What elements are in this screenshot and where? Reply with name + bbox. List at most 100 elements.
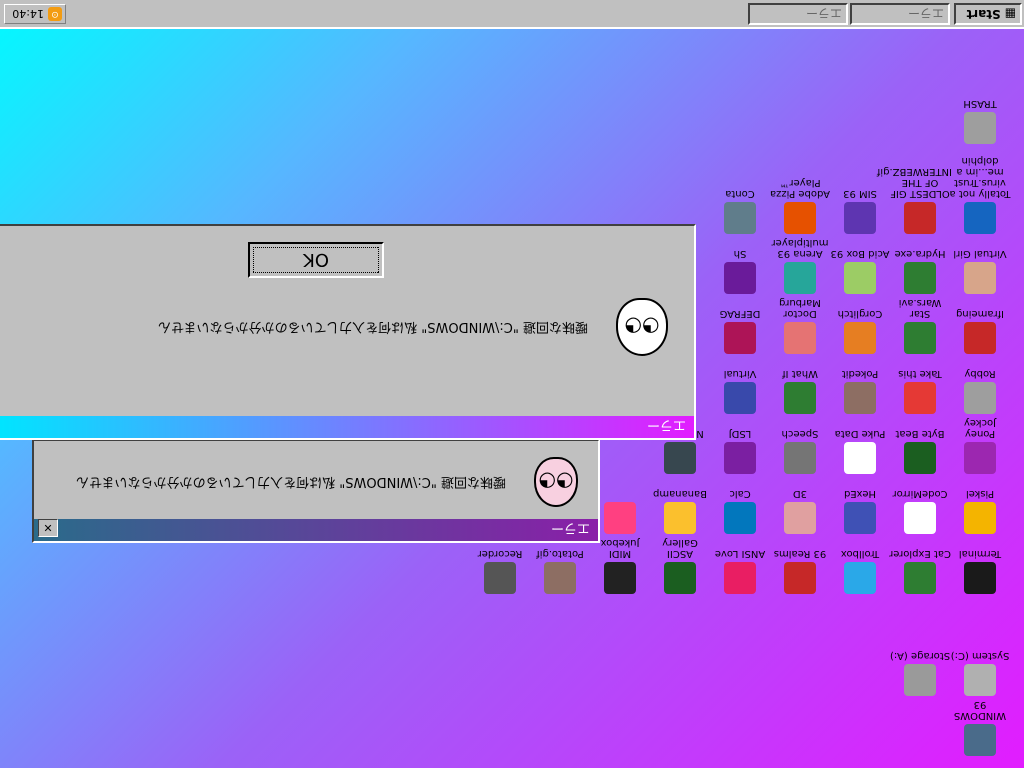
desktop-icon-label: Cat Explorer xyxy=(889,548,951,559)
ascii-gallery-icon xyxy=(664,562,696,594)
desktop-icon-label: Calc xyxy=(729,488,751,499)
desktop-icon[interactable]: System (C:) xyxy=(948,650,1012,696)
desktop-icon-label: CodeMirror xyxy=(892,488,948,499)
desktop-icon[interactable]: Sh xyxy=(708,248,772,294)
taskbar-window-label: エラー xyxy=(805,6,842,21)
desktop-icon[interactable]: WINDOWS 93 xyxy=(948,699,1012,756)
desktop-icon[interactable]: What If xyxy=(768,368,832,414)
desktop-icon[interactable]: Robby xyxy=(948,368,1012,414)
taskbar: ▦ Start エラー エラー ⊙ 14:40 xyxy=(0,0,1024,29)
desktop-icon-label: Bananamp xyxy=(653,488,708,499)
desktop-icon[interactable]: Storage (A:) xyxy=(888,650,952,696)
taskbar-window-button[interactable]: エラー xyxy=(748,3,848,25)
windows93-icon xyxy=(964,724,996,756)
desktop-icon[interactable]: TRASH xyxy=(948,98,1012,144)
notification-icon[interactable]: ⊙ xyxy=(48,7,62,21)
hexed-icon xyxy=(844,502,876,534)
terminal-icon xyxy=(964,562,996,594)
taskbar-window-label: エラー xyxy=(907,6,944,21)
desktop-icon[interactable]: Totally not a virus.Trust me...im a dolp… xyxy=(948,155,1012,234)
desktop-icon[interactable]: Virtual xyxy=(708,368,772,414)
desktop-icon-label: Storage (A:) xyxy=(889,650,951,661)
desktop-icon-label: OLDEST GIF OF THE INTERWEBZ.gif xyxy=(876,166,952,199)
bytebeat-icon xyxy=(904,442,936,474)
arena-icon xyxy=(784,262,816,294)
calc-icon xyxy=(724,502,756,534)
desktop-icon[interactable]: Hydra.exe xyxy=(888,248,952,294)
error-dialog-back[interactable]: エラー ✕ ◔◔ 曖昧な回避 "C:\WINDOWS" 私は何を入力しているのか… xyxy=(32,439,600,543)
blank-icon xyxy=(604,502,636,534)
desktop-icon[interactable]: Virtual Girl xyxy=(948,248,1012,294)
desktop-icon[interactable]: Corglitch xyxy=(828,308,892,354)
virtual-girl-icon xyxy=(964,262,996,294)
dialog-titlebar[interactable]: エラー xyxy=(0,416,694,438)
dialog-titlebar[interactable]: エラー xyxy=(34,519,598,541)
desktop-icon[interactable]: DEFRAG xyxy=(708,308,772,354)
pukedata-icon xyxy=(844,442,876,474)
desktop-icon[interactable]: Puke Data xyxy=(828,428,892,474)
potato-icon xyxy=(544,562,576,594)
desktop-icon[interactable]: Speech xyxy=(768,428,832,474)
pizza-icon xyxy=(784,202,816,234)
desktop-icon[interactable]: MIDI Jukebox xyxy=(588,537,652,594)
desktop-icon[interactable]: CodeMirror xyxy=(888,488,952,534)
desktop-icon[interactable]: Iframeing xyxy=(948,308,1012,354)
close-icon[interactable]: ✕ xyxy=(38,519,58,537)
desktop-icon-label: Poney Jockey xyxy=(963,417,997,439)
realms-icon xyxy=(784,562,816,594)
desktop-icon[interactable]: Potato.gif xyxy=(528,548,592,594)
desktop-icon-label: Adobe Pizza Player™ xyxy=(769,177,831,199)
desktop-icon[interactable]: Acid Box 93 xyxy=(828,248,892,294)
piskel-icon xyxy=(964,502,996,534)
desktop-icon[interactable]: Doctor Marburg xyxy=(768,297,832,354)
desktop-icon[interactable]: OLDEST GIF OF THE INTERWEBZ.gif xyxy=(876,166,952,234)
dialog-title: エラー xyxy=(646,417,686,433)
desktop-icon[interactable]: Poney Jockey xyxy=(948,417,1012,474)
desktop-icon[interactable]: Cat Explorer xyxy=(888,548,952,594)
desktop-icon-label: Corglitch xyxy=(837,308,883,319)
desktop-icon[interactable]: ANSI Love xyxy=(708,548,772,594)
desktop-icon[interactable]: Bananamp xyxy=(648,488,712,534)
desktop-icon[interactable]: ASCII Gallery xyxy=(648,537,712,594)
acid-box-icon xyxy=(844,262,876,294)
desktop-icon-label: Robby xyxy=(964,368,996,379)
robby-icon xyxy=(964,382,996,414)
desktop-icon[interactable]: Trollbox xyxy=(828,548,892,594)
codemirror-icon xyxy=(904,502,936,534)
desktop-icon[interactable]: Terminal xyxy=(948,548,1012,594)
hydra-icon xyxy=(904,262,936,294)
desktop-icon[interactable]: Calc xyxy=(708,488,772,534)
error-dialog-front[interactable]: エラー ◔◔ 曖昧な回避 "C:\WINDOWS" 私は何を入力しているのか分か… xyxy=(0,224,696,440)
start-button[interactable]: ▦ Start xyxy=(954,3,1022,25)
desktop-icon[interactable]: 3D xyxy=(768,488,832,534)
desktop-icon[interactable]: Piskel xyxy=(948,488,1012,534)
desktop-icon-label: Arena 93 multiplayer xyxy=(771,237,829,259)
desktop-icon[interactable]: SIM 93 xyxy=(828,188,892,234)
trash-icon xyxy=(964,112,996,144)
desktop-icon[interactable]: Pokedit xyxy=(828,368,892,414)
desktop-icon[interactable]: Arena 93 multiplayer xyxy=(768,237,832,294)
dolphin-icon xyxy=(964,202,996,234)
ok-button[interactable]: OK xyxy=(248,242,384,278)
desktop-icon[interactable]: Take this xyxy=(888,368,952,414)
dialog-title: エラー xyxy=(550,520,590,536)
desktop-icon[interactable]: Star Wars.avi xyxy=(888,297,952,354)
desktop-icon[interactable]: Byte Beat xyxy=(888,428,952,474)
desktop-icon[interactable]: Conta xyxy=(708,188,772,234)
desktop-icon[interactable]: Adobe Pizza Player™ xyxy=(768,177,832,234)
desktop-icon-label: Piskel xyxy=(965,488,995,499)
taskbar-window-button[interactable]: エラー xyxy=(850,3,950,25)
desktop-icon[interactable]: 93 Realms xyxy=(768,548,832,594)
desktop-icon-label: TRASH xyxy=(963,98,997,109)
desktop-icon-label: Virtual Girl xyxy=(953,248,1007,259)
desktop-icon-label: HexEd xyxy=(843,488,877,499)
desktop-icon-label: Totally not a virus.Trust me...im a dolp… xyxy=(949,155,1011,199)
desktop-icon-label: Take this xyxy=(898,368,942,379)
desktop-icon-label: SIM 93 xyxy=(843,188,877,199)
take-this-icon xyxy=(904,382,936,414)
desktop-icon[interactable]: LSDJ xyxy=(708,428,772,474)
windows93-logo-icon: ▦ xyxy=(1004,7,1016,21)
dialog-message: 曖昧な回避 "C:\WINDOWS" 私は何を入力しているのか分からないません xyxy=(157,319,588,334)
desktop-icon[interactable]: HexEd xyxy=(828,488,892,534)
desktop-icon[interactable]: Recorder xyxy=(468,548,532,594)
